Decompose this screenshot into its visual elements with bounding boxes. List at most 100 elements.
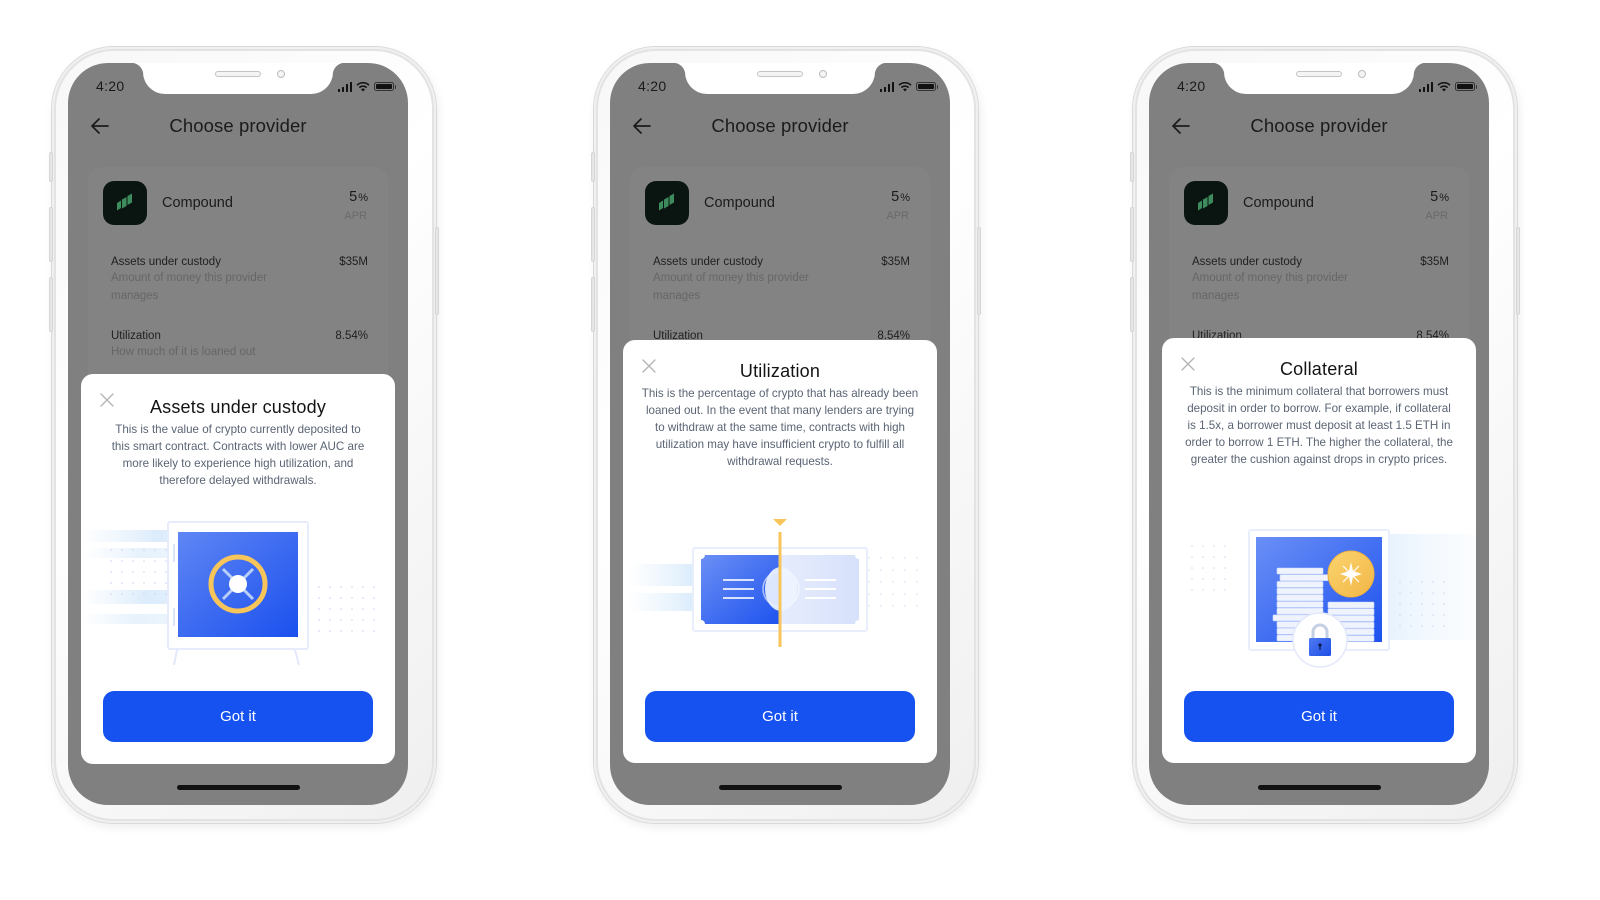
stat-description: Amount of money this provider manages: [1192, 272, 1348, 302]
provider-name: Compound: [704, 195, 775, 211]
apr-label: APR: [344, 210, 367, 222]
info-sheet-coin-stacks-lock: Collateral This is the minimum collatera…: [1162, 338, 1476, 763]
power-button: [435, 227, 439, 315]
split-line: [778, 532, 782, 647]
home-indicator[interactable]: [177, 785, 300, 790]
apr-number: 5: [349, 189, 358, 205]
got-it-button[interactable]: Got it: [1184, 691, 1454, 742]
cellular-signal-icon: [337, 81, 352, 92]
power-button: [977, 227, 981, 315]
front-camera: [277, 70, 285, 78]
banknote-illustration: [623, 505, 937, 665]
volume-up-button: [591, 207, 595, 262]
volume-down-button: [49, 277, 53, 332]
dot-grid: [868, 557, 918, 607]
status-time: 4:20: [638, 78, 667, 94]
stat-row-auc: Assets under custody Amount of money thi…: [1192, 256, 1449, 305]
stat-value: 8.54%: [335, 330, 368, 342]
wifi-icon: [356, 81, 370, 92]
status-time: 4:20: [1177, 78, 1206, 94]
stat-label: Assets under custody: [1192, 256, 1302, 268]
volume-down-button: [1130, 277, 1134, 332]
vault-leg: [173, 649, 178, 666]
phone-mockup-2: 4:20 Choose provider Compound 5% APR Ass…: [591, 47, 981, 823]
volume-down-button: [591, 277, 595, 332]
page-title: Choose provider: [169, 115, 307, 136]
cellular-signal-icon: [1418, 81, 1433, 92]
apr-number: 5: [1430, 189, 1439, 205]
phone-screen: 4:20 Choose provider Compound 5% APR Ass…: [68, 63, 408, 805]
collateral-illustration: [1162, 510, 1476, 670]
speaker-grille: [1296, 71, 1342, 77]
nav-bar: Choose provider: [68, 115, 408, 139]
volume-up-button: [1130, 207, 1134, 262]
stat-value: $35M: [1420, 256, 1449, 268]
mute-switch: [1130, 152, 1134, 182]
apr-number: 5: [891, 189, 900, 205]
sheet-title: Collateral: [1279, 359, 1359, 379]
stat-row-auc: Assets under custody Amount of money thi…: [653, 256, 910, 305]
apr-value: 5%: [891, 189, 910, 205]
split-marker-icon: [773, 519, 787, 526]
vault-leg: [294, 649, 300, 666]
volume-up-button: [49, 207, 53, 262]
notch: [131, 63, 345, 94]
page-title: Choose provider: [1250, 115, 1388, 136]
phone-screen: 4:20 Choose provider Compound 5% APR Ass…: [1149, 63, 1489, 805]
home-indicator[interactable]: [1258, 785, 1381, 790]
info-sheet-vault: Assets under custody This is the value o…: [81, 374, 395, 764]
battery-icon: [1455, 82, 1477, 91]
battery-icon: [374, 82, 396, 91]
wifi-icon: [1437, 81, 1451, 92]
apr-label: APR: [886, 210, 909, 222]
stat-label: Utilization: [111, 330, 161, 342]
stat-description: Amount of money this provider manages: [653, 272, 809, 302]
provider-name: Compound: [162, 195, 233, 211]
compound-logo-icon: [645, 181, 689, 225]
stat-value: $35M: [339, 256, 368, 268]
compound-logo-icon: [1184, 181, 1228, 225]
apr-unit: %: [1439, 192, 1449, 204]
home-indicator[interactable]: [719, 785, 842, 790]
status-icons: [337, 81, 396, 92]
got-it-button[interactable]: Got it: [103, 691, 373, 742]
battery-icon: [916, 82, 938, 91]
info-sheet-banknote-split: Utilization This is the percentage of cr…: [623, 340, 937, 763]
apr-value: 5%: [349, 189, 368, 205]
power-button: [1516, 227, 1520, 315]
gold-coin-icon: [1327, 550, 1375, 598]
status-icons: [879, 81, 938, 92]
stat-description: Amount of money this provider manages: [111, 272, 267, 302]
stat-label: Assets under custody: [653, 256, 763, 268]
front-camera: [1358, 70, 1366, 78]
speed-streak: [628, 564, 698, 586]
close-icon[interactable]: [100, 393, 114, 407]
apr-value: 5%: [1430, 189, 1449, 205]
phone-mockup-1: 4:20 Choose provider Compound 5% APR Ass…: [49, 47, 439, 823]
mute-switch: [49, 152, 53, 182]
sheet-description: This is the minimum collateral that borr…: [1185, 385, 1453, 466]
phone-mockup-3: 4:20 Choose provider Compound 5% APR Ass…: [1130, 47, 1520, 823]
status-icons: [1418, 81, 1477, 92]
compound-logo-icon: [103, 181, 147, 225]
front-camera: [819, 70, 827, 78]
nav-bar: Choose provider: [1149, 115, 1489, 139]
speaker-grille: [757, 71, 803, 77]
close-icon[interactable]: [642, 359, 656, 373]
cellular-signal-icon: [879, 81, 894, 92]
status-time: 4:20: [96, 78, 125, 94]
apr-label: APR: [1425, 210, 1448, 222]
stat-value: $35M: [881, 256, 910, 268]
close-icon[interactable]: [1181, 357, 1195, 371]
apr-unit: %: [358, 192, 368, 204]
vault-illustration: [81, 510, 395, 670]
sheet-title: Assets under custody: [149, 397, 327, 417]
phone-screen: 4:20 Choose provider Compound 5% APR Ass…: [610, 63, 950, 805]
stat-label: Assets under custody: [111, 256, 221, 268]
got-it-button[interactable]: Got it: [645, 691, 915, 742]
apr-unit: %: [900, 192, 910, 204]
sheet-description: This is the value of crypto currently de…: [111, 423, 365, 487]
stat-row-auc: Assets under custody Amount of money thi…: [111, 256, 368, 305]
page-title: Choose provider: [711, 115, 849, 136]
sheet-title: Utilization: [739, 361, 821, 381]
